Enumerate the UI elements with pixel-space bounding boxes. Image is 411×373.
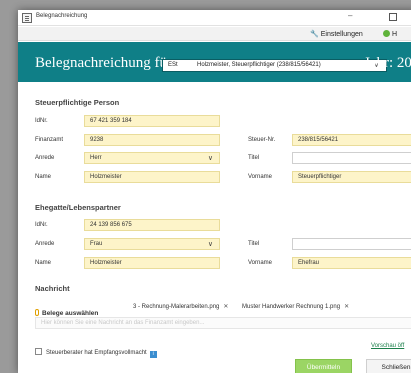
app-icon [22,13,32,23]
file-tag: 3 - Rechnung-Malerarbeiten.png ✕ [133,303,228,310]
section-title-partner: Ehegatte/Lebenspartner [35,203,121,212]
help-label: H [392,31,398,38]
vorname-label: Vorname [248,174,273,180]
submit-button[interactable]: Übermitteln [295,359,352,373]
settings-label: Einstellungen [320,31,363,38]
partner-name-label: Name [35,260,52,266]
maximize-button[interactable] [389,13,397,21]
select-value: Holzmeister, Steuerpflichtiger (238/815/… [197,62,321,68]
partner-idnr-field[interactable]: 24 139 856 675 [84,219,220,231]
close-icon[interactable]: ✕ [223,304,228,310]
vorname-value: Steuerpflichtiger [298,174,342,180]
partner-anrede-label: Anrede [35,241,55,247]
partner-name-value: Holzmeister [90,260,122,266]
paperclip-icon [35,309,39,316]
title-bar: Belegnachreichung – [18,10,411,26]
section-title-person: Steuerpflichtige Person [35,98,120,107]
power-of-attorney-label: Steuerberater hat Empfangsvollmacht [46,350,147,356]
power-of-attorney-checkbox[interactable] [35,348,42,355]
year-label: Jahr: 201 [364,55,411,71]
help-dot-icon [383,30,390,37]
titel-label: Titel [248,155,260,161]
toolbar: 🔧 Einstellungen H [18,27,411,41]
file-tag: Muster Handwerker Rechnung 1.png ✕ [242,303,349,310]
header-banner: Belegnachreichung für ESt Holzmeister, S… [18,42,411,82]
select-receipts-label: Belege auswählen [42,310,99,317]
window-title: Belegnachreichung [36,13,88,19]
partner-vorname-label: Vorname [248,260,273,266]
message-placeholder: Hier können Sie eine Nachricht an das Fi… [41,320,205,326]
settings-button[interactable]: 🔧 Einstellungen [310,30,363,38]
power-of-attorney-checkbox-row[interactable]: Steuerberater hat Empfangsvollmacht i [35,341,157,359]
wrench-icon: 🔧 [310,31,319,38]
partner-idnr-label: IdNr. [35,222,48,228]
close-icon[interactable]: ✕ [344,304,349,310]
help-button[interactable]: H [383,30,397,38]
file-tag-name: Muster Handwerker Rechnung 1.png [242,304,341,310]
anrede-label: Anrede [35,155,55,161]
partner-anrede-value: Frau [90,241,103,247]
partner-anrede-select[interactable]: Frau ∨ [84,238,220,250]
steuernr-value: 238/815/56421 [298,137,339,143]
steuernr-field[interactable]: 238/815/56421 [292,134,411,146]
anrede-value: Herr [90,155,102,161]
close-button[interactable]: Schließen [366,359,411,373]
message-input[interactable]: Hier können Sie eine Nachricht an das Fi… [35,317,411,329]
finanzamt-label: Finanzamt [35,137,64,143]
name-field[interactable]: Holzmeister [84,171,220,183]
partner-vorname-value: Ehefrau [298,260,320,266]
partner-name-field[interactable]: Holzmeister [84,257,220,269]
chevron-down-icon: ∨ [207,241,213,248]
minimize-button[interactable]: – [348,11,352,20]
titel-field[interactable] [292,152,411,164]
file-tag-name: 3 - Rechnung-Malerarbeiten.png [133,304,220,310]
finanzamt-field[interactable]: 9238 [84,134,220,146]
anrede-select[interactable]: Herr ∨ [84,152,220,164]
partner-idnr-value: 24 139 856 675 [90,222,132,228]
page-title: Belegnachreichung für [35,55,173,71]
partner-vorname-field[interactable]: Ehefrau [292,257,411,269]
vorname-field[interactable]: Steuerpflichtiger [292,171,411,183]
section-title-message: Nachricht [35,284,70,293]
taxpayer-select[interactable]: ESt Holzmeister, Steuerpflichtiger (238/… [162,59,387,72]
idnr-label: IdNr. [35,118,48,124]
select-receipts-button[interactable]: Belege auswählen [35,302,99,317]
select-type: ESt [168,62,178,68]
name-label: Name [35,174,52,180]
steuernr-label: Steuer-Nr. [248,137,276,143]
finanzamt-value: 9238 [90,137,104,143]
partner-titel-label: Titel [248,241,260,247]
preview-link[interactable]: Vorschau öff [371,343,404,349]
chevron-down-icon: ∨ [207,155,213,162]
info-icon[interactable]: i [149,351,157,358]
idnr-field[interactable]: 67 421 359 184 [84,115,220,127]
app-window: Belegnachreichung – 🔧 Einstellungen H Bel… [18,10,411,373]
idnr-value: 67 421 359 184 [90,118,132,124]
partner-titel-field[interactable] [292,238,411,250]
name-value: Holzmeister [90,174,122,180]
